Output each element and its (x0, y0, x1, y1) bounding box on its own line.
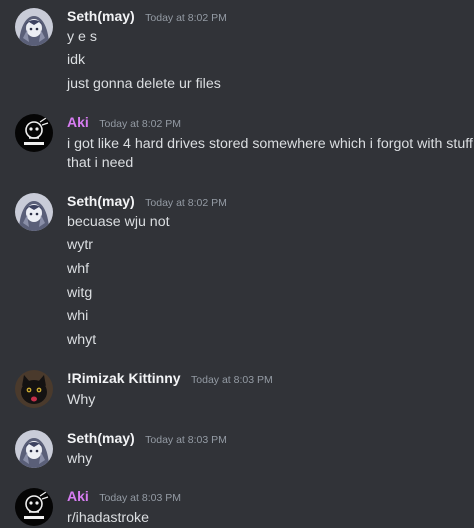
author-name[interactable]: Seth(may) (67, 8, 135, 24)
message-text: just gonna delete ur files (67, 76, 221, 92)
message-text: witg (67, 285, 93, 301)
message-timestamp: Today at 8:03 PM (99, 492, 181, 504)
message-header: !Rimizak Kittinny Today at 8:03 PM (67, 370, 273, 390)
message-timestamp: Today at 8:03 PM (191, 374, 273, 386)
anime-girl-avatar-icon[interactable] (15, 193, 53, 231)
message-text: idk (67, 52, 86, 68)
author-name[interactable]: !Rimizak Kittinny (67, 370, 181, 386)
message-text: becuase wju not (67, 214, 170, 230)
message-timestamp: Today at 8:02 PM (145, 197, 227, 209)
author-name[interactable]: Aki (67, 488, 89, 504)
black-cat-avatar-icon[interactable] (15, 370, 53, 408)
author-name[interactable]: Aki (67, 114, 89, 130)
message-text: i got like 4 hard drives stored somewher… (67, 136, 473, 152)
author-name[interactable]: Seth(may) (67, 193, 135, 209)
message-header: Seth(may) Today at 8:02 PM (67, 193, 227, 213)
message-text: whyt (67, 332, 97, 348)
message-header: Aki Today at 8:03 PM (67, 488, 181, 508)
message-text: why (67, 451, 93, 467)
message-timestamp: Today at 8:02 PM (145, 12, 227, 24)
skull-logo-avatar-icon[interactable] (15, 488, 53, 526)
message-text: whf (67, 261, 90, 277)
message-text: whi (67, 308, 89, 324)
message-header: Seth(may) Today at 8:03 PM (67, 430, 227, 450)
anime-girl-avatar-icon[interactable] (15, 8, 53, 46)
message-timestamp: Today at 8:03 PM (145, 434, 227, 446)
message-list: Seth(may) Today at 8:02 PM y e s idk jus… (0, 0, 474, 528)
message-text: that i need (67, 155, 134, 171)
anime-girl-avatar-icon[interactable] (15, 430, 53, 468)
skull-logo-avatar-icon[interactable] (15, 114, 53, 152)
author-name[interactable]: Seth(may) (67, 430, 135, 446)
message-header: Seth(may) Today at 8:02 PM (67, 8, 227, 28)
message-header: Aki Today at 8:02 PM (67, 114, 181, 134)
message-text: wytr (67, 237, 94, 253)
message-timestamp: Today at 8:02 PM (99, 118, 181, 130)
message-text: y e s (67, 29, 97, 45)
message-text: Why (67, 392, 96, 408)
message-text: r/ihadastroke (67, 510, 150, 526)
